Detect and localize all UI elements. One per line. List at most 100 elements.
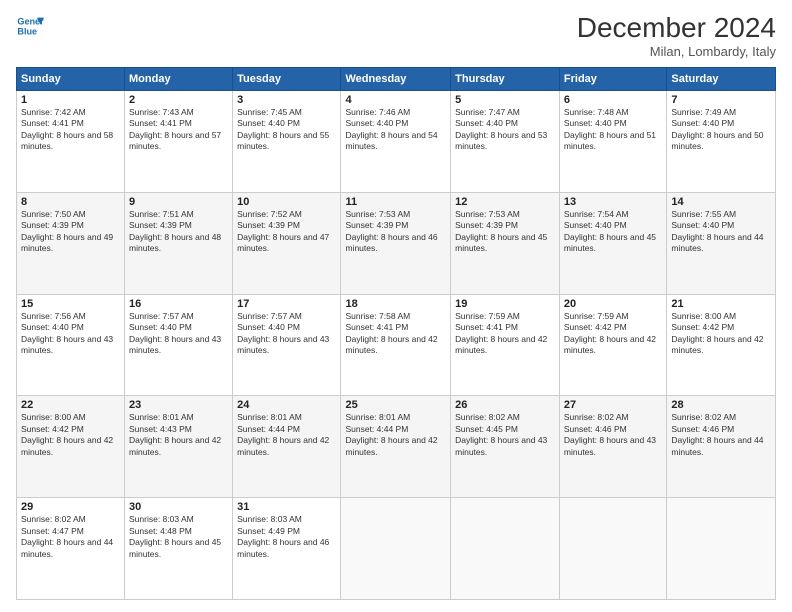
day-info: Sunrise: 8:03 AM Sunset: 4:49 PM Dayligh… (237, 514, 336, 560)
day-number: 11 (345, 196, 446, 208)
day-info: Sunrise: 7:59 AM Sunset: 4:42 PM Dayligh… (564, 311, 662, 357)
table-row: 14 Sunrise: 7:55 AM Sunset: 4:40 PM Dayl… (667, 192, 776, 294)
day-info: Sunrise: 7:54 AM Sunset: 4:40 PM Dayligh… (564, 209, 662, 255)
day-number: 14 (671, 196, 771, 208)
day-number: 22 (21, 399, 120, 411)
table-row: 4 Sunrise: 7:46 AM Sunset: 4:40 PM Dayli… (341, 91, 451, 193)
table-row: 8 Sunrise: 7:50 AM Sunset: 4:39 PM Dayli… (17, 192, 125, 294)
table-row: 22 Sunrise: 8:00 AM Sunset: 4:42 PM Dayl… (17, 396, 125, 498)
day-info: Sunrise: 8:02 AM Sunset: 4:47 PM Dayligh… (21, 514, 120, 560)
page: General Blue December 2024 Milan, Lombar… (0, 0, 792, 612)
table-row: 31 Sunrise: 8:03 AM Sunset: 4:49 PM Dayl… (233, 498, 341, 600)
day-number: 4 (345, 94, 446, 106)
table-row: 11 Sunrise: 7:53 AM Sunset: 4:39 PM Dayl… (341, 192, 451, 294)
day-number: 30 (129, 501, 228, 513)
table-row: 13 Sunrise: 7:54 AM Sunset: 4:40 PM Dayl… (559, 192, 666, 294)
day-number: 15 (21, 298, 120, 310)
day-info: Sunrise: 7:55 AM Sunset: 4:40 PM Dayligh… (671, 209, 771, 255)
day-number: 7 (671, 94, 771, 106)
table-row: 20 Sunrise: 7:59 AM Sunset: 4:42 PM Dayl… (559, 294, 666, 396)
day-info: Sunrise: 7:58 AM Sunset: 4:41 PM Dayligh… (345, 311, 446, 357)
table-row (559, 498, 666, 600)
table-row: 17 Sunrise: 7:57 AM Sunset: 4:40 PM Dayl… (233, 294, 341, 396)
day-number: 18 (345, 298, 446, 310)
title-block: December 2024 Milan, Lombardy, Italy (577, 12, 776, 59)
day-info: Sunrise: 8:02 AM Sunset: 4:46 PM Dayligh… (564, 412, 662, 458)
table-row: 7 Sunrise: 7:49 AM Sunset: 4:40 PM Dayli… (667, 91, 776, 193)
col-tuesday: Tuesday (233, 68, 341, 91)
day-info: Sunrise: 8:01 AM Sunset: 4:44 PM Dayligh… (345, 412, 446, 458)
header-row: Sunday Monday Tuesday Wednesday Thursday… (17, 68, 776, 91)
day-info: Sunrise: 7:51 AM Sunset: 4:39 PM Dayligh… (129, 209, 228, 255)
day-number: 25 (345, 399, 446, 411)
table-row: 3 Sunrise: 7:45 AM Sunset: 4:40 PM Dayli… (233, 91, 341, 193)
day-number: 3 (237, 94, 336, 106)
day-number: 10 (237, 196, 336, 208)
day-number: 5 (455, 94, 555, 106)
table-row: 26 Sunrise: 8:02 AM Sunset: 4:45 PM Dayl… (451, 396, 560, 498)
col-saturday: Saturday (667, 68, 776, 91)
table-row (341, 498, 451, 600)
day-info: Sunrise: 8:00 AM Sunset: 4:42 PM Dayligh… (671, 311, 771, 357)
day-info: Sunrise: 7:46 AM Sunset: 4:40 PM Dayligh… (345, 107, 446, 153)
col-monday: Monday (125, 68, 233, 91)
table-row: 24 Sunrise: 8:01 AM Sunset: 4:44 PM Dayl… (233, 396, 341, 498)
table-row: 30 Sunrise: 8:03 AM Sunset: 4:48 PM Dayl… (125, 498, 233, 600)
day-info: Sunrise: 7:56 AM Sunset: 4:40 PM Dayligh… (21, 311, 120, 357)
table-row: 16 Sunrise: 7:57 AM Sunset: 4:40 PM Dayl… (125, 294, 233, 396)
day-number: 2 (129, 94, 228, 106)
day-number: 8 (21, 196, 120, 208)
day-number: 12 (455, 196, 555, 208)
day-number: 31 (237, 501, 336, 513)
day-info: Sunrise: 7:43 AM Sunset: 4:41 PM Dayligh… (129, 107, 228, 153)
col-sunday: Sunday (17, 68, 125, 91)
calendar-table: Sunday Monday Tuesday Wednesday Thursday… (16, 67, 776, 600)
table-row: 27 Sunrise: 8:02 AM Sunset: 4:46 PM Dayl… (559, 396, 666, 498)
day-info: Sunrise: 7:45 AM Sunset: 4:40 PM Dayligh… (237, 107, 336, 153)
table-row: 25 Sunrise: 8:01 AM Sunset: 4:44 PM Dayl… (341, 396, 451, 498)
table-row: 6 Sunrise: 7:48 AM Sunset: 4:40 PM Dayli… (559, 91, 666, 193)
day-number: 16 (129, 298, 228, 310)
day-number: 13 (564, 196, 662, 208)
day-number: 27 (564, 399, 662, 411)
table-row: 2 Sunrise: 7:43 AM Sunset: 4:41 PM Dayli… (125, 91, 233, 193)
table-row: 21 Sunrise: 8:00 AM Sunset: 4:42 PM Dayl… (667, 294, 776, 396)
day-info: Sunrise: 8:02 AM Sunset: 4:46 PM Dayligh… (671, 412, 771, 458)
day-info: Sunrise: 7:59 AM Sunset: 4:41 PM Dayligh… (455, 311, 555, 357)
day-number: 21 (671, 298, 771, 310)
table-row: 1 Sunrise: 7:42 AM Sunset: 4:41 PM Dayli… (17, 91, 125, 193)
logo: General Blue (16, 12, 44, 40)
month-title: December 2024 (577, 12, 776, 44)
day-number: 19 (455, 298, 555, 310)
table-row: 28 Sunrise: 8:02 AM Sunset: 4:46 PM Dayl… (667, 396, 776, 498)
col-wednesday: Wednesday (341, 68, 451, 91)
location-subtitle: Milan, Lombardy, Italy (577, 44, 776, 59)
table-row: 12 Sunrise: 7:53 AM Sunset: 4:39 PM Dayl… (451, 192, 560, 294)
table-row (667, 498, 776, 600)
day-info: Sunrise: 7:42 AM Sunset: 4:41 PM Dayligh… (21, 107, 120, 153)
day-info: Sunrise: 8:02 AM Sunset: 4:45 PM Dayligh… (455, 412, 555, 458)
header: General Blue December 2024 Milan, Lombar… (16, 12, 776, 59)
day-info: Sunrise: 7:53 AM Sunset: 4:39 PM Dayligh… (455, 209, 555, 255)
col-friday: Friday (559, 68, 666, 91)
day-number: 26 (455, 399, 555, 411)
table-row: 19 Sunrise: 7:59 AM Sunset: 4:41 PM Dayl… (451, 294, 560, 396)
day-number: 24 (237, 399, 336, 411)
day-number: 9 (129, 196, 228, 208)
day-info: Sunrise: 8:01 AM Sunset: 4:43 PM Dayligh… (129, 412, 228, 458)
table-row (451, 498, 560, 600)
svg-text:Blue: Blue (17, 26, 37, 36)
day-info: Sunrise: 7:48 AM Sunset: 4:40 PM Dayligh… (564, 107, 662, 153)
day-info: Sunrise: 7:47 AM Sunset: 4:40 PM Dayligh… (455, 107, 555, 153)
table-row: 10 Sunrise: 7:52 AM Sunset: 4:39 PM Dayl… (233, 192, 341, 294)
day-info: Sunrise: 7:52 AM Sunset: 4:39 PM Dayligh… (237, 209, 336, 255)
table-row: 29 Sunrise: 8:02 AM Sunset: 4:47 PM Dayl… (17, 498, 125, 600)
table-row: 18 Sunrise: 7:58 AM Sunset: 4:41 PM Dayl… (341, 294, 451, 396)
day-info: Sunrise: 7:57 AM Sunset: 4:40 PM Dayligh… (237, 311, 336, 357)
day-info: Sunrise: 8:03 AM Sunset: 4:48 PM Dayligh… (129, 514, 228, 560)
table-row: 23 Sunrise: 8:01 AM Sunset: 4:43 PM Dayl… (125, 396, 233, 498)
day-info: Sunrise: 8:00 AM Sunset: 4:42 PM Dayligh… (21, 412, 120, 458)
day-number: 17 (237, 298, 336, 310)
logo-icon: General Blue (16, 12, 44, 40)
day-number: 28 (671, 399, 771, 411)
